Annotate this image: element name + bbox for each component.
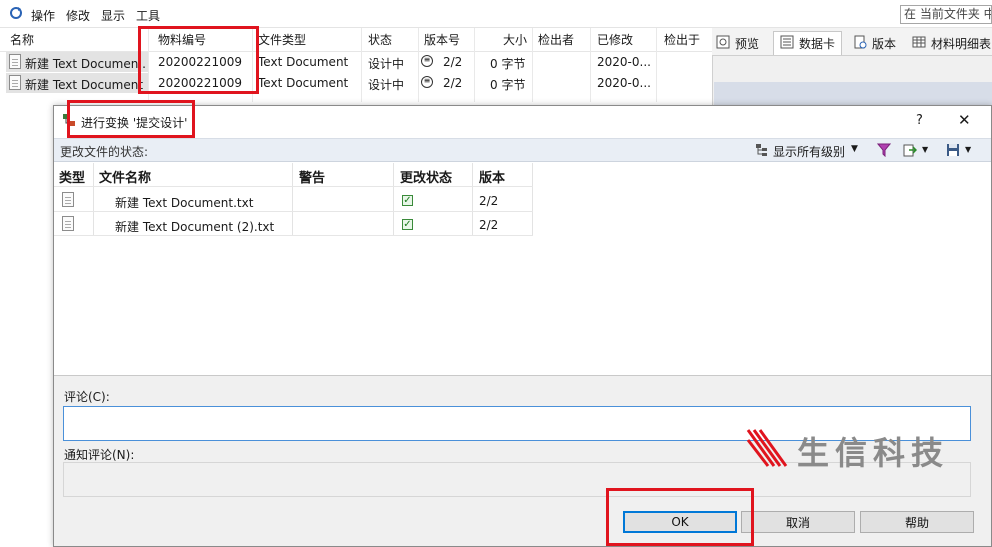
file-state: 设计中 [368,78,405,92]
filter-icon[interactable] [876,143,892,158]
comment-label: 评论(C): [64,390,110,404]
chevron-down-icon[interactable]: ▼ [922,145,928,154]
column-header-file-type[interactable]: 文件类型 [258,31,306,48]
column-header-version[interactable]: 版本号 [424,31,460,48]
tab-bom[interactable]: 材料明细表 [912,31,991,55]
grid-version: 2/2 [479,194,499,208]
watermark-text: 生信科技 [797,434,950,472]
document-icon [9,75,21,90]
change-state-checkbox[interactable]: ✓ [402,219,413,230]
document-icon [62,216,74,231]
help-icon[interactable]: ? [916,113,923,128]
grid-header-change-state[interactable]: 更改状态 [400,167,452,186]
logo-icon [746,428,790,468]
notify-comment-label: 通知评论(N): [64,448,135,462]
search-input[interactable]: 在 当前文件夹 中 [900,5,992,24]
table-icon [912,35,926,52]
column-header-checked-out-in[interactable]: 检出于 [664,31,700,48]
grid-header-file-name[interactable]: 文件名称 [99,167,151,186]
save-icon[interactable] [946,143,960,157]
grid-file-name[interactable]: 新建 Text Document.txt [115,194,253,211]
document-icon [62,192,74,207]
document-icon [9,54,21,69]
preview-icon [716,35,730,52]
highlight-dialog-title [67,100,195,138]
grid-version: 2/2 [479,218,499,232]
status-label: 更改文件的状态: [60,145,149,159]
tab-version[interactable]: 版本 [853,31,896,55]
chevron-down-icon[interactable]: ▼ [851,144,858,154]
file-type: Text Document [258,76,349,90]
tab-label: 材料明细表 [931,36,992,51]
tab-label: 版本 [872,36,897,51]
file-type: Text Document [258,55,349,69]
file-size: 0 字节 [490,78,526,92]
menu-modify[interactable]: 修改 [66,7,90,24]
tab-label: 预览 [735,36,760,51]
tab-label: 数据卡 [799,37,836,51]
version-status-icon: ≡ [421,76,433,88]
tab-preview[interactable]: 预览 [716,31,759,55]
export-icon[interactable] [903,143,918,157]
column-header-size[interactable]: 大小 [503,31,527,48]
version-number: 2/2 [443,76,463,90]
menu-view[interactable]: 显示 [101,7,125,24]
menu-bar: 操作 修改 显示 工具 [0,0,992,28]
column-header-state[interactable]: 状态 [368,31,392,48]
file-size: 0 字节 [490,57,526,71]
tab-datacard[interactable]: 数据卡 [773,31,843,55]
version-number: 2/2 [443,55,463,69]
chevron-down-icon[interactable]: ▼ [965,145,971,154]
column-header-modified[interactable]: 已修改 [597,31,633,48]
modified-date: 2020-0... [597,76,651,90]
grid-file-name[interactable]: 新建 Text Document (2).txt [115,218,274,235]
help-button[interactable]: 帮助 [860,511,974,533]
highlight-ok-button [606,488,754,546]
modified-date: 2020-0... [597,55,651,69]
grid-header-type[interactable]: 类型 [59,167,85,186]
file-name[interactable]: 新建 Text Document [25,76,147,93]
highlight-part-number [138,26,259,94]
menu-operate[interactable]: 操作 [31,7,55,24]
change-state-checkbox[interactable]: ✓ [402,195,413,206]
cancel-button[interactable]: 取消 [741,511,855,533]
close-icon[interactable]: ✕ [958,111,971,129]
grid-header-warning[interactable]: 警告 [299,167,325,186]
column-header-checked-out-by[interactable]: 检出者 [538,31,574,48]
grid-header-version[interactable]: 版本 [479,167,505,186]
menu-tools[interactable]: 工具 [136,7,160,24]
refresh-icon[interactable] [9,6,23,20]
hierarchy-icon [755,143,769,157]
file-state: 设计中 [368,57,405,71]
version-status-icon: ≡ [421,55,433,67]
file-name[interactable]: 新建 Text Documen... [25,55,147,72]
show-levels-dropdown[interactable]: 显示所有级别 [773,143,845,160]
datacard-icon [780,35,794,52]
version-icon [853,35,867,52]
column-header-name[interactable]: 名称 [10,31,34,48]
